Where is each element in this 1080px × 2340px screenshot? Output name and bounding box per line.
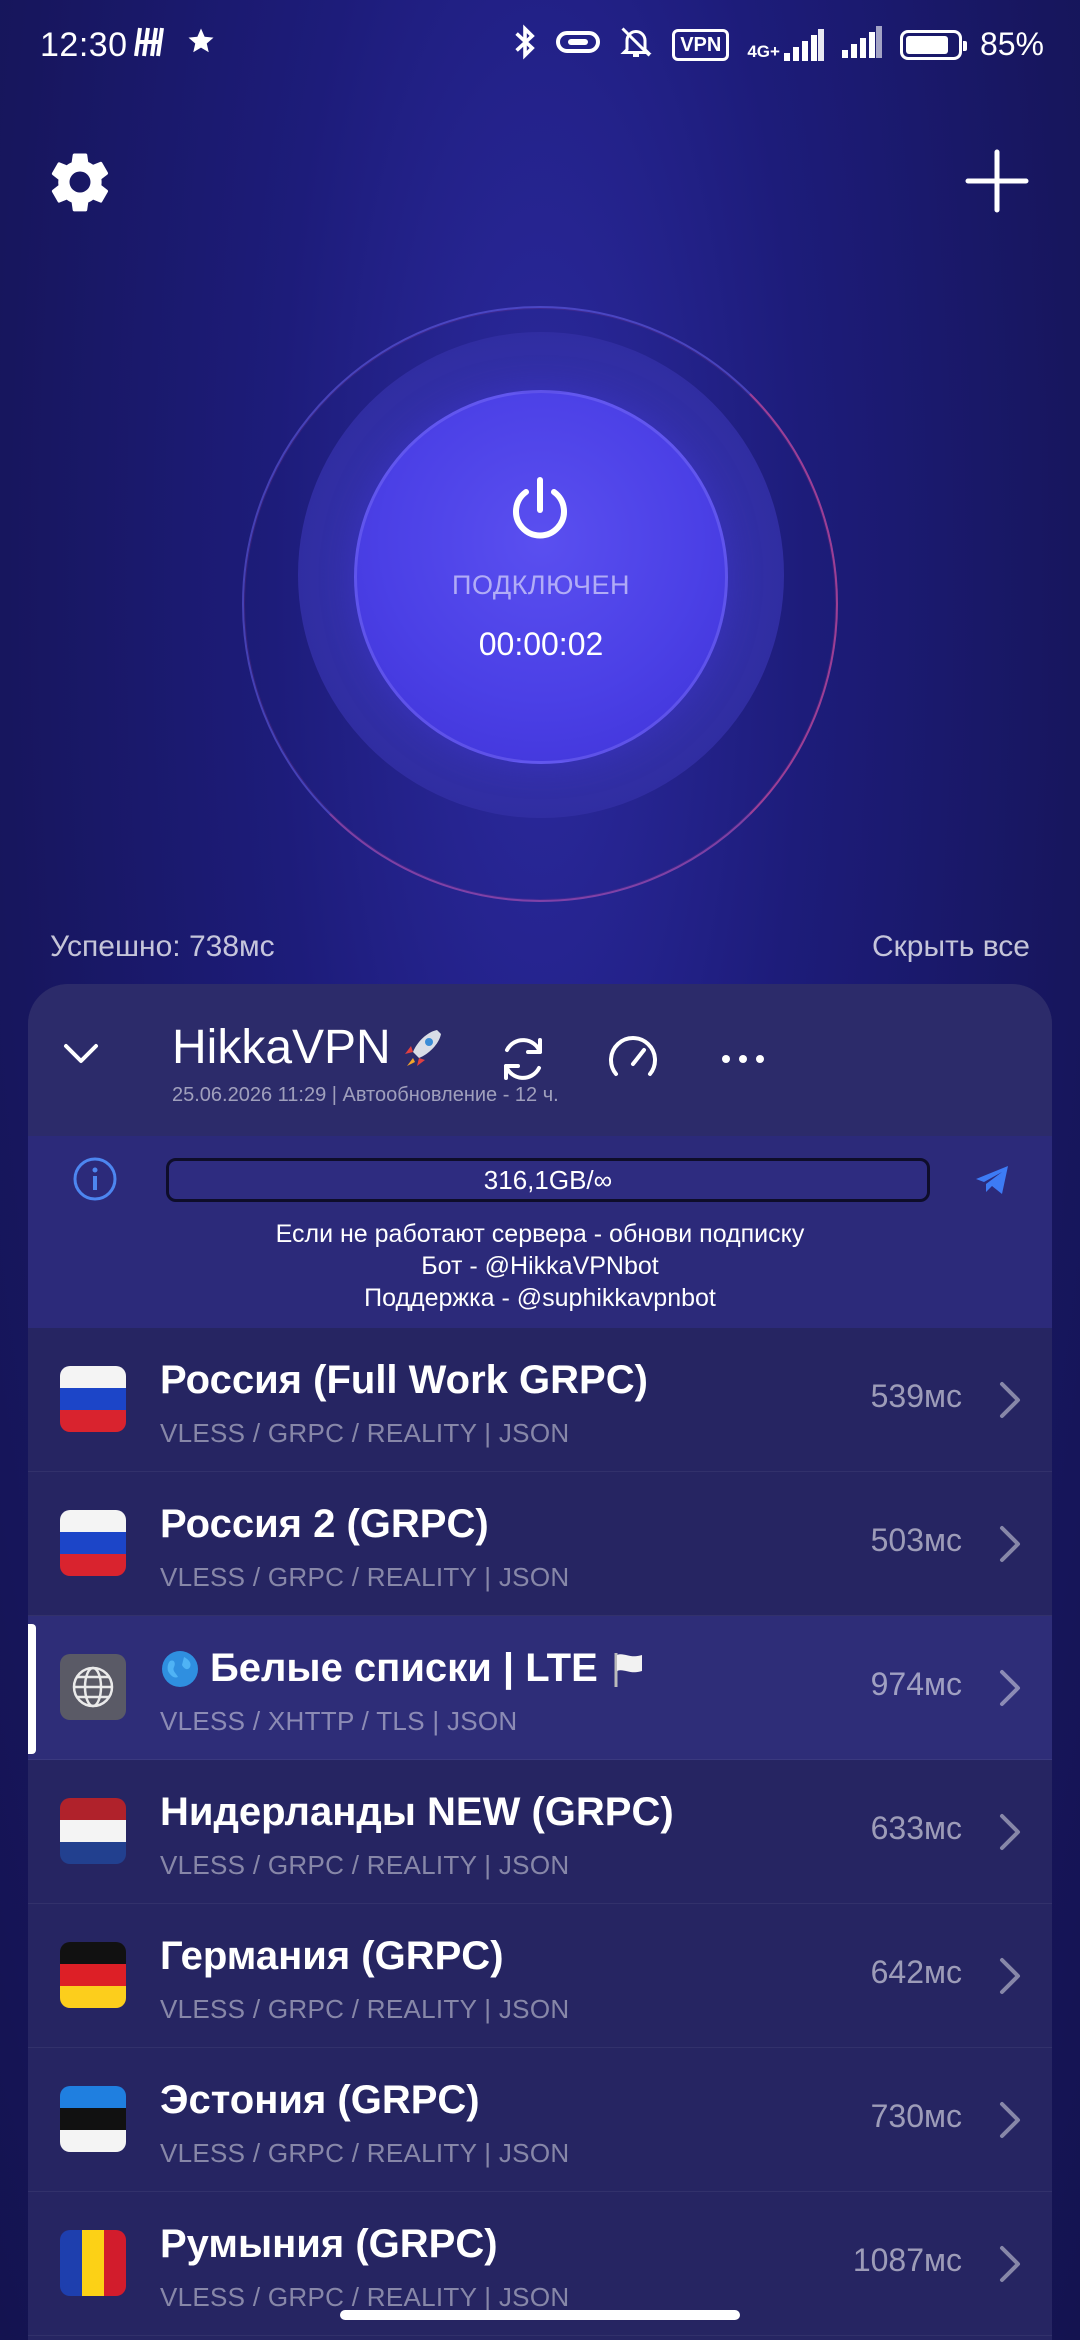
speedometer-icon [609,1036,657,1076]
speedtest-button[interactable] [604,1030,662,1088]
server-protocol: VLESS / GRPC / REALITY | JSON [160,1850,570,1880]
server-name: Россия 2 (GRPC) [160,1502,489,1546]
russia-flag-icon [60,1366,126,1432]
server-ping: 503мс [870,1522,962,1558]
server-ping: 1087мс [852,2242,962,2278]
star-icon [186,26,216,66]
netherlands-flag-icon [60,1798,126,1864]
notice-line: Поддержка - @suphikkavpnbot [364,1284,716,1312]
server-ping: 642мс [870,1954,962,1990]
server-ping: 633мс [870,1810,962,1846]
server-protocol: VLESS / XHTTP / TLS | JSON [160,1706,518,1736]
server-row[interactable]: Россия 2 (GRPC) VLESS / GRPC / REALITY |… [28,1472,1052,1616]
signal-icon [841,26,882,63]
notice-line: Бот - @HikkaVPNbot [421,1252,659,1280]
server-protocol: VLESS / GRPC / REALITY | JSON [160,2282,570,2312]
bell-muted-icon [618,24,654,65]
subscription-info: 316,1GB/∞ Если не работают сервера - обн… [28,1136,1052,1328]
server-row[interactable]: Нидерланды NEW (GRPC) VLESS / GRPC / REA… [28,1760,1052,1904]
collapse-button[interactable] [58,1030,104,1076]
server-name: Германия (GRPC) [160,1934,504,1978]
server-ping: 539мс [870,1378,962,1414]
connection-timer: 00:00:02 [478,626,604,662]
earth-globe-icon [162,1650,198,1687]
battery-icon [899,29,967,60]
server-protocol: VLESS / GRPC / REALITY | JSON [160,1994,570,2024]
more-horizontal-icon [722,1055,764,1063]
status-left-icons [134,26,216,66]
chevron-right-icon [1000,1958,1020,1994]
subscription-card: HikkaVPN 25.06.2026 11:29 | Автообновлен… [28,984,1052,2340]
telegram-button[interactable] [972,1160,1012,1200]
server-name: Нидерланды NEW (GRPC) [160,1790,674,1834]
germany-flag-icon [60,1942,126,2008]
server-name-wrapper: Белые списки | LTE [160,1646,648,1691]
h-app-icon [134,26,164,66]
refresh-button[interactable] [494,1030,552,1088]
link-icon [556,27,601,62]
subscription-name: HikkaVPN [172,1021,391,1074]
estonia-flag-icon [60,2086,126,2152]
server-name: Эстония (GRPC) [160,2078,480,2122]
server-ping: 974мс [870,1666,962,1702]
globe-icon [60,1654,126,1720]
signal-4g-icon: 4G+ [747,28,824,61]
server-protocol: VLESS / GRPC / REALITY | JSON [160,2138,570,2168]
server-row[interactable]: Россия (Full Work GRPC) VLESS / GRPC / R… [28,1328,1052,1472]
hide-all-button[interactable]: Скрыть все [872,930,1030,964]
subscription-header: HikkaVPN 25.06.2026 11:29 | Автообновлен… [28,984,1052,1136]
subscription-title: HikkaVPN [172,1020,449,1075]
server-name: Белые списки | LTE [210,1646,598,1690]
home-indicator[interactable] [340,2310,740,2320]
subscription-notice: Если не работают сервера - обнови подпис… [28,1218,1052,1314]
chevron-right-icon [1000,2102,1020,2138]
server-row[interactable]: Эстония (GRPC) VLESS / GRPC / REALITY | … [28,2048,1052,2192]
chevron-down-icon [64,1044,98,1063]
ping-result-text[interactable]: Успешно: 738мс [50,930,275,964]
server-ping: 730мс [870,2098,962,2134]
telegram-icon [976,1166,1008,1194]
gear-icon [51,153,109,212]
traffic-usage-bar: 316,1GB/∞ [166,1158,930,1202]
status-time: 12:30 [40,26,128,64]
power-icon [504,474,576,546]
info-button[interactable] [72,1156,118,1202]
chevron-right-icon [1000,1814,1020,1850]
chevron-right-icon [1000,1382,1020,1418]
server-protocol: VLESS / GRPC / REALITY | JSON [160,1418,570,1448]
refresh-icon [504,1038,542,1080]
more-options-button[interactable] [714,1030,772,1088]
add-button[interactable] [962,146,1032,216]
chevron-right-icon [1000,2246,1020,2282]
rocket-icon [404,1029,441,1066]
info-icon [73,1157,117,1201]
bluetooth-icon [512,24,538,65]
romania-flag-icon [60,2230,126,2296]
battery-percent: 85% [979,26,1044,62]
chevron-right-icon [1000,1526,1020,1562]
server-list: Россия (Full Work GRPC) VLESS / GRPC / R… [28,1328,1052,2336]
status-right-icons: VPN 4G+ 85% [512,24,1044,65]
server-row[interactable]: Германия (GRPC) VLESS / GRPC / REALITY |… [28,1904,1052,2048]
plus-icon [965,149,1029,213]
server-row-selected[interactable]: Белые списки | LTE VLESS / XHTTP / TLS |… [28,1616,1052,1760]
selected-marker [28,1624,36,1754]
settings-button[interactable] [44,146,116,218]
russia-flag-icon [60,1510,126,1576]
server-name: Россия (Full Work GRPC) [160,1358,648,1402]
server-protocol: VLESS / GRPC / REALITY | JSON [160,1562,570,1592]
chevron-right-icon [1000,1670,1020,1706]
vpn-badge: VPN [672,28,730,61]
notice-line: Если не работают сервера - обнови подпис… [275,1220,805,1248]
server-name: Румыния (GRPC) [160,2222,498,2266]
white-flag-icon [614,1652,642,1687]
connection-status: ПОДКЛЮЧЕН [452,570,630,600]
status-bar: 12:30 VPN 4G+ 85% [0,0,1080,96]
